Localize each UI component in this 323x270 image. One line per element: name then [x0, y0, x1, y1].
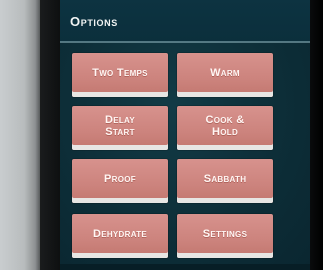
options-screen: Options Two Temps Warm Delay Start Cook … — [60, 0, 310, 270]
delay-start-label-line1: Delay — [104, 114, 136, 126]
warm-button[interactable]: Warm — [177, 53, 273, 97]
two-temps-button[interactable]: Two Temps — [72, 53, 168, 97]
sabbath-label: Sabbath — [203, 173, 247, 185]
two-temps-label: Two Temps — [92, 67, 148, 79]
device-bezel-inner — [40, 0, 62, 270]
cook-hold-label-line2: Hold — [211, 126, 239, 138]
proof-label: Proof — [104, 173, 136, 185]
warm-label: Warm — [210, 67, 240, 79]
delay-start-label-line2: Start — [105, 126, 135, 138]
settings-button[interactable]: Settings — [177, 214, 273, 258]
dehydrate-button[interactable]: Dehydrate — [72, 214, 168, 258]
screen-bottom-edge — [60, 264, 310, 270]
settings-label: Settings — [202, 228, 248, 240]
cook-hold-button[interactable]: Cook & Hold — [177, 106, 273, 150]
dehydrate-label: Dehydrate — [92, 228, 148, 240]
sabbath-button[interactable]: Sabbath — [177, 159, 273, 203]
page-title: Options — [70, 14, 118, 29]
proof-button[interactable]: Proof — [72, 159, 168, 203]
cook-hold-label-line1: Cook & — [205, 114, 245, 126]
device-bezel-right — [309, 0, 323, 270]
header-divider — [60, 41, 310, 43]
delay-start-button[interactable]: Delay Start — [72, 106, 168, 150]
options-header: Options — [60, 0, 310, 42]
device-bezel-left — [0, 0, 44, 270]
